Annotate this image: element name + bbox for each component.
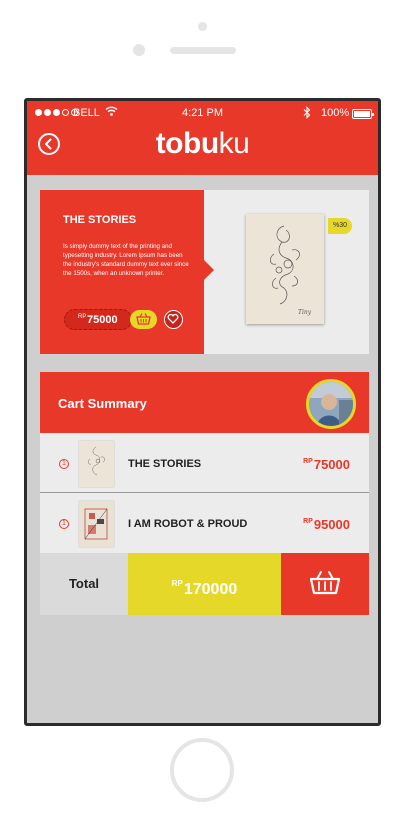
- checkout-basket-icon: [309, 571, 341, 595]
- proximity-sensor: [133, 44, 145, 56]
- item-quantity-badge[interactable]: 1: [59, 519, 69, 529]
- app-logo: tobuku: [27, 127, 378, 161]
- featured-product-card[interactable]: THE STORIES Is simply dummy text of the …: [40, 190, 369, 354]
- item-thumbnail: [79, 501, 114, 547]
- item-quantity-badge[interactable]: 1: [59, 459, 69, 469]
- item-price: RP75000: [303, 457, 350, 472]
- item-name: I AM ROBOT & PROUD: [128, 518, 248, 530]
- status-bar: BELL 4:21 PM 100%: [27, 101, 378, 127]
- cart-item-row[interactable]: 1 I AM ROBOT & PROUD RP95000: [40, 493, 369, 553]
- item-price-amount: 95000: [313, 517, 350, 532]
- product-title: THE STORIES: [63, 214, 137, 226]
- favorite-button[interactable]: [164, 310, 183, 329]
- item-price-currency: RP: [303, 518, 313, 525]
- total-value: 170000: [183, 581, 238, 598]
- total-currency: RP: [171, 579, 183, 588]
- svg-text:Tiny: Tiny: [298, 309, 312, 316]
- product-cover-image: Tiny: [246, 214, 324, 324]
- total-label: Total: [40, 553, 128, 615]
- price-currency: RP: [78, 314, 87, 320]
- panel-pointer: [204, 260, 214, 280]
- item-thumbnail: [79, 441, 114, 487]
- home-button[interactable]: [170, 738, 234, 802]
- heart-icon: [167, 313, 179, 324]
- product-price: RP 75000: [64, 309, 132, 330]
- basket-icon: [136, 313, 151, 325]
- price-amount: 75000: [87, 314, 118, 326]
- cart-total-bar: Total RP170000: [40, 553, 369, 615]
- cart-summary-header: Cart Summary: [40, 372, 369, 433]
- product-description: Is simply dummy text of the printing and…: [63, 243, 189, 277]
- logo-bold: tobu: [155, 127, 219, 160]
- cart-summary-title: Cart Summary: [58, 396, 147, 411]
- discount-badge: %30: [328, 218, 352, 234]
- checkout-button[interactable]: [281, 553, 369, 615]
- front-camera: [198, 22, 207, 31]
- battery-percent: 100%: [321, 107, 350, 119]
- item-price-currency: RP: [303, 458, 313, 465]
- logo-light: ku: [218, 127, 250, 160]
- app-header: tobuku: [27, 127, 378, 175]
- cart-item-row[interactable]: 1 THE STORIES RP75000: [40, 433, 369, 493]
- battery-icon: [352, 109, 374, 119]
- product-info-panel: THE STORIES Is simply dummy text of the …: [40, 190, 204, 354]
- item-price: RP95000: [303, 517, 350, 532]
- phone-frame: BELL 4:21 PM 100% tobuku THE STORIES Is …: [0, 0, 405, 824]
- app-screen: BELL 4:21 PM 100% tobuku THE STORIES Is …: [24, 98, 381, 726]
- user-avatar[interactable]: [306, 379, 356, 429]
- bluetooth-icon: [303, 106, 311, 122]
- add-to-cart-button[interactable]: [130, 310, 157, 329]
- total-amount: RP170000: [128, 553, 281, 615]
- earpiece-speaker: [170, 47, 236, 54]
- cart-item-list: 1 THE STORIES RP75000 1 I AM ROBOT & PRO…: [40, 433, 369, 553]
- item-name: THE STORIES: [128, 458, 202, 470]
- item-price-amount: 75000: [313, 457, 350, 472]
